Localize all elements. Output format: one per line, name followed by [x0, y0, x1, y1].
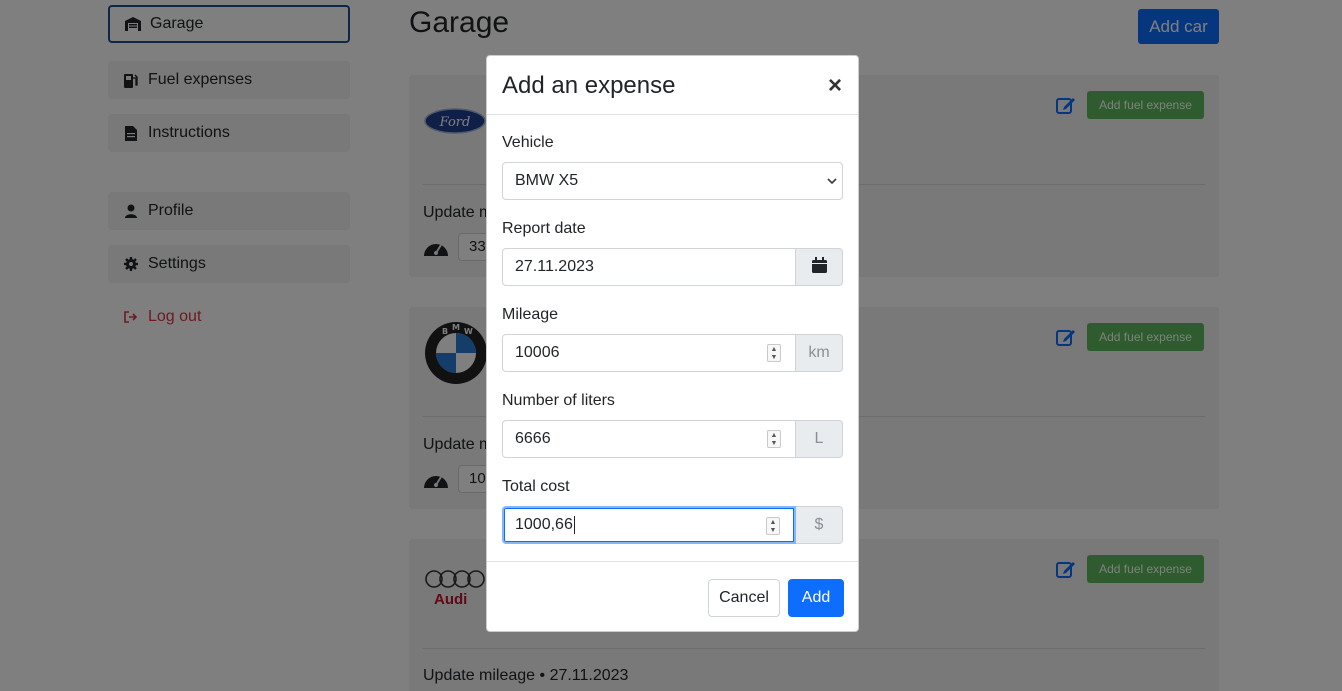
modal-footer: Cancel Add [487, 561, 858, 633]
cancel-button[interactable]: Cancel [708, 579, 780, 617]
modal-header: Add an expense × [487, 56, 858, 115]
modal-title: Add an expense [502, 72, 676, 99]
vehicle-select-value: BMW X5 [515, 172, 579, 189]
vehicle-label: Vehicle [502, 134, 554, 151]
liters-input[interactable]: 6666 ▲ ▼ [502, 420, 796, 458]
report-date-input[interactable]: 27.11.2023 [502, 248, 796, 286]
number-spinner[interactable]: ▲ ▼ [767, 344, 781, 362]
liters-label: Number of liters [502, 392, 615, 409]
mileage-input[interactable]: 10006 ▲ ▼ [502, 334, 796, 372]
mileage-label: Mileage [502, 306, 559, 323]
number-spinner[interactable]: ▲ ▼ [766, 517, 780, 535]
mileage-value: 10006 [515, 344, 560, 361]
number-spinner[interactable]: ▲ ▼ [767, 430, 781, 448]
calendar-button[interactable] [796, 248, 843, 286]
text-cursor [573, 516, 575, 534]
chevron-down-icon [826, 174, 838, 186]
liters-unit: L [796, 420, 843, 458]
add-button[interactable]: Add [788, 579, 844, 617]
report-date-label: Report date [502, 220, 586, 237]
report-date-value: 27.11.2023 [515, 258, 594, 275]
total-cost-label: Total cost [502, 478, 570, 495]
calendar-icon [811, 256, 827, 278]
liters-value: 6666 [515, 430, 551, 447]
currency-unit: $ [796, 506, 843, 544]
km-unit: km [796, 334, 843, 372]
vehicle-select[interactable]: BMW X5 [502, 162, 843, 200]
total-cost-value: 1000,66 [515, 516, 573, 533]
total-cost-input[interactable]: 1000,66 ▲ ▼ [502, 506, 796, 544]
add-expense-modal: Add an expense × Vehicle BMW X5 Report d… [486, 55, 859, 632]
close-icon[interactable]: × [828, 72, 842, 100]
